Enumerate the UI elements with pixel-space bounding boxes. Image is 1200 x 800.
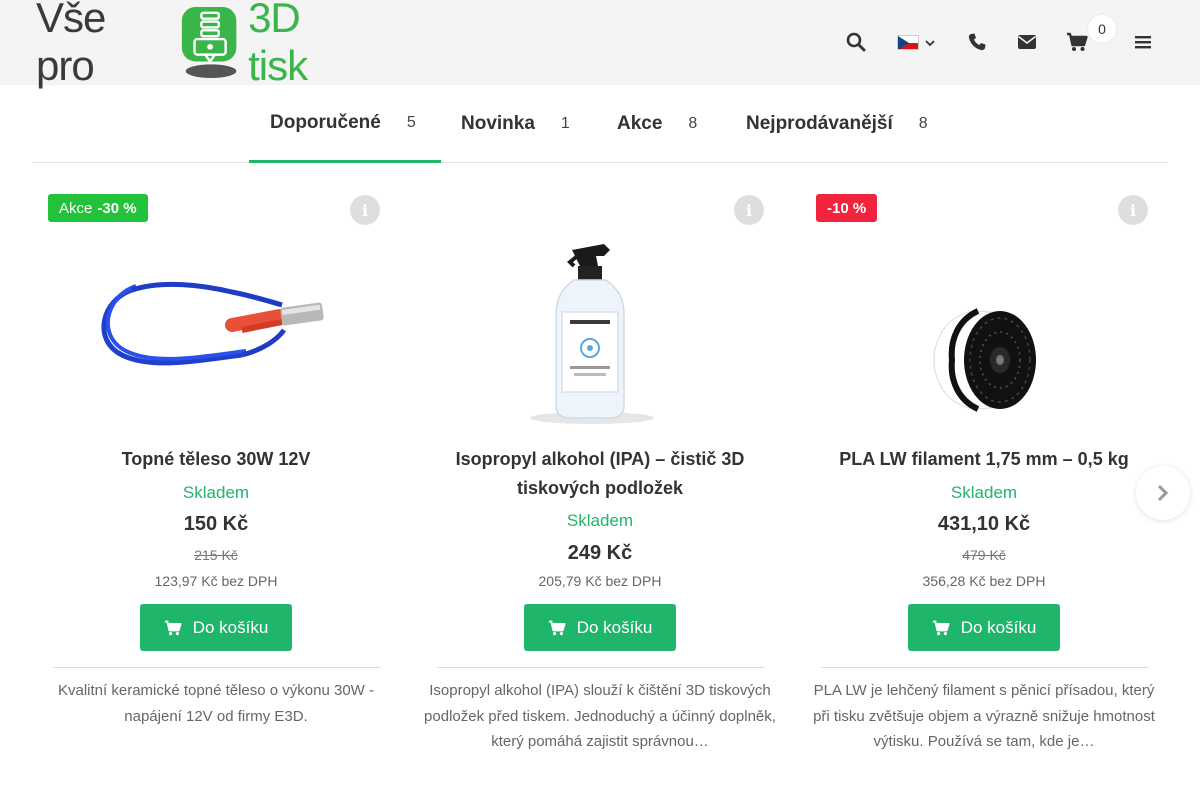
- envelope-icon[interactable]: [1015, 30, 1039, 54]
- price-without-vat: 123,97 Kč bez DPH: [154, 573, 278, 589]
- discount-badge: -10 %: [816, 194, 878, 222]
- product-description: Kvalitní keramické topné těleso o výkonu…: [58, 682, 374, 725]
- info-icon[interactable]: i: [734, 195, 764, 225]
- hamburger-menu-icon[interactable]: [1131, 30, 1155, 54]
- product-card: i Isopropyl alkohol (IPA) – čistič 3D ti…: [416, 190, 784, 790]
- shopping-cart-icon[interactable]: [1065, 30, 1089, 54]
- tab-count: 8: [688, 115, 698, 132]
- filament-spool-image[interactable]: [860, 230, 1108, 440]
- stock-status: Skladem: [182, 483, 250, 502]
- price: 249 Kč: [567, 542, 633, 564]
- discount-value: -30 %: [97, 199, 137, 217]
- tab-label: Novinka: [461, 113, 535, 134]
- info-icon[interactable]: i: [1118, 195, 1148, 225]
- divider: [821, 667, 1148, 668]
- carousel-next-button[interactable]: [1136, 466, 1190, 520]
- ipa-spray-bottle-image[interactable]: [476, 230, 724, 440]
- info-icon[interactable]: i: [350, 195, 380, 225]
- tab-count: 5: [406, 113, 416, 131]
- product-card: Akce -30 % i Topné těleso 30W 12V Sklade…: [32, 190, 400, 790]
- tab-label: Nejprodávanější: [746, 113, 893, 134]
- price-without-vat: 356,28 Kč bez DPH: [922, 573, 1046, 589]
- add-to-cart-label: Do košíku: [576, 617, 653, 637]
- logo-text-part2: 3D tisk: [248, 0, 308, 89]
- tab-sale[interactable]: Akce 8: [617, 85, 697, 163]
- shopping-cart-icon: [548, 620, 566, 635]
- tab-bestsellers[interactable]: Nejprodávanější 8: [746, 85, 928, 163]
- add-to-cart-button[interactable]: Do košíku: [908, 604, 1060, 651]
- add-to-cart-label: Do košíku: [192, 617, 269, 637]
- tab-label: Akce: [617, 113, 663, 134]
- price: 150 Kč: [183, 513, 249, 535]
- product-tabs: Doporučené 5 Novinka 1 Akce 8 Nejprodáva…: [32, 85, 1168, 163]
- product-description: PLA LW je lehčený filament s pěnicí přís…: [813, 682, 1155, 750]
- stock-status: Skladem: [950, 483, 1018, 502]
- stock-status: Skladem: [566, 511, 634, 530]
- product-name[interactable]: Topné těleso 30W 12V: [52, 445, 380, 474]
- price-without-vat: 205,79 Kč bez DPH: [538, 573, 662, 589]
- add-to-cart-button[interactable]: Do košíku: [140, 604, 292, 651]
- add-to-cart-label: Do košíku: [960, 617, 1037, 637]
- divider: [53, 667, 380, 668]
- discount-value: -10 %: [827, 199, 867, 217]
- old-price: 215 Kč: [194, 547, 238, 563]
- add-to-cart-button[interactable]: Do košíku: [524, 604, 676, 651]
- logo-text-part1: Vše pro: [36, 0, 106, 89]
- czech-flag-icon[interactable]: [897, 35, 919, 50]
- product-name[interactable]: Isopropyl alkohol (IPA) – čistič 3D tisk…: [436, 445, 764, 503]
- product-card: -10 % i PLA LW filament 1,75 mm – 0,5 kg…: [800, 190, 1168, 790]
- chevron-right-icon: [1157, 484, 1169, 502]
- printer-nozzle-logo-icon: [181, 7, 237, 78]
- old-price: 479 Kč: [962, 547, 1006, 563]
- sale-badge: Akce -30 %: [48, 194, 148, 222]
- sale-badge-label: Akce: [59, 199, 93, 217]
- tab-label: Doporučené: [270, 111, 381, 133]
- chevron-down-icon[interactable]: [924, 37, 936, 49]
- site-header: Vše pro 3D tisk 0: [0, 0, 1200, 89]
- price: 431,10 Kč: [937, 513, 1031, 535]
- tab-new[interactable]: Novinka 1: [461, 85, 570, 163]
- product-name[interactable]: PLA LW filament 1,75 mm – 0,5 kg: [820, 445, 1148, 474]
- site-logo[interactable]: Vše pro 3D tisk: [36, 0, 366, 89]
- cart-count-badge[interactable]: 0: [1088, 15, 1116, 43]
- tab-count: 1: [560, 115, 570, 132]
- phone-icon[interactable]: [965, 30, 989, 54]
- divider: [437, 667, 764, 668]
- shopping-cart-icon: [932, 620, 950, 635]
- search-icon[interactable]: [844, 30, 868, 54]
- heater-cartridge-image[interactable]: [92, 230, 340, 440]
- tab-recommended[interactable]: Doporučené 5: [249, 85, 441, 163]
- shopping-cart-icon: [164, 620, 182, 635]
- tab-count: 8: [918, 115, 928, 132]
- product-description: Isopropyl alkohol (IPA) slouží k čištění…: [424, 682, 776, 750]
